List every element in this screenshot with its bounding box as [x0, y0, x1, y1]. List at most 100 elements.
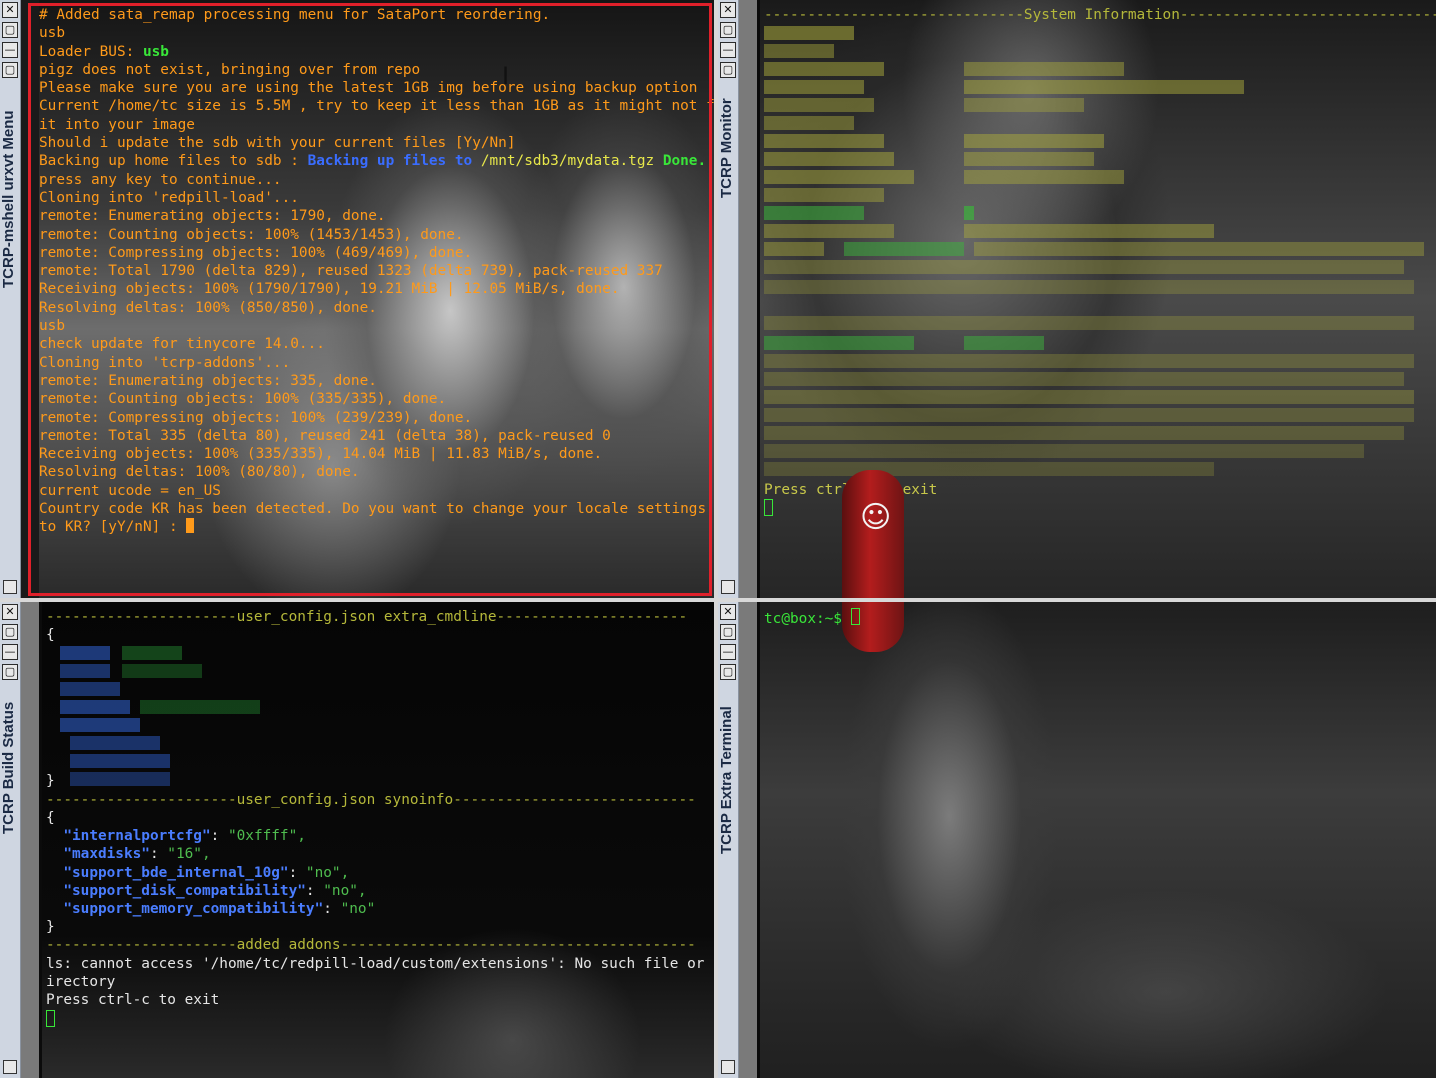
- synoinfo-list: "internalportcfg": "0xffff", "maxdisks":…: [46, 827, 375, 918]
- line-text: remote: Total 335 (delta 80), reused 241…: [39, 427, 611, 444]
- extra-terminal-sidebar: ✕ ▢ — ▢ TCRP Extra Terminal: [718, 602, 739, 1078]
- menu-pane-sidebar: ✕ ▢ — ▢ TCRP-mshell urxvt Menu: [0, 0, 21, 598]
- terminal-line: usb: [39, 24, 714, 42]
- terminal-line: usb: [39, 317, 714, 335]
- synoinfo-entry: "support_memory_compatibility": "no": [63, 901, 376, 918]
- line-text: remote: Total 1790 (delta 829), reused 1…: [39, 263, 663, 280]
- line-text: to KR? [yY/nN] :: [39, 519, 187, 536]
- build-status-sidebar: ✕ ▢ — ▢ TCRP Build Status: [0, 602, 21, 1078]
- terminal-line: remote: Compressing objects: 100% (239/2…: [39, 409, 714, 427]
- extra-terminal-pane[interactable]: ✕ ▢ — ▢ TCRP Extra Terminal tc@box:~$: [718, 602, 1436, 1078]
- monitor-cursor: [764, 499, 773, 519]
- maximize-icon[interactable]: ▢: [2, 62, 18, 78]
- smiley-face-icon: ☺: [860, 500, 892, 535]
- restore-icon[interactable]: ▢: [720, 22, 736, 38]
- minimize-icon[interactable]: —: [2, 42, 18, 58]
- minimize-icon[interactable]: —: [720, 644, 736, 660]
- minimize-icon[interactable]: —: [720, 42, 736, 58]
- maximize-icon[interactable]: ▢: [720, 664, 736, 680]
- close-icon[interactable]: ✕: [2, 604, 18, 620]
- pane-title: TCRP Monitor: [718, 98, 735, 198]
- monitor-terminal-pane[interactable]: ✕ ▢ — ▢ TCRP Monitor -------------------…: [718, 0, 1436, 598]
- synoinfo-key: "support_bde_internal_10g": [63, 864, 289, 881]
- synoinfo-value: "0xffff",: [227, 828, 306, 844]
- terminal-line: Receiving objects: 100% (1790/1790), 19.…: [39, 280, 714, 298]
- resize-handle-icon[interactable]: [721, 1060, 735, 1074]
- scrollbar[interactable]: [739, 0, 757, 598]
- terminal-line: press any key to continue...: [39, 171, 714, 189]
- terminal-line: remote: Enumerating objects: 1790, done.: [39, 207, 714, 225]
- maximize-icon[interactable]: ▢: [720, 62, 736, 78]
- line-text: remote: Enumerating objects: 1790, done.: [39, 208, 386, 225]
- terminal-line: remote: Compressing objects: 100% (469/4…: [39, 244, 714, 262]
- terminal-line: Loader BUS: usb: [39, 43, 714, 61]
- synoinfo-value: "no",: [305, 864, 350, 881]
- synoinfo-entry: "internalportcfg": "0xffff",: [63, 828, 306, 844]
- terminal-line: Resolving deltas: 100% (80/80), done.: [39, 463, 714, 481]
- line-text: Backing up home files to sdb :: [39, 153, 308, 170]
- maximize-icon[interactable]: ▢: [2, 664, 18, 680]
- extra-cmdline-header: ----------------------user_config.json e…: [46, 609, 688, 625]
- line-text: # Added sata_remap processing menu for S…: [39, 7, 551, 23]
- pane-title: TCRP Extra Terminal: [718, 706, 735, 854]
- json-brace-close-2: }: [46, 919, 55, 935]
- restore-icon[interactable]: ▢: [2, 22, 18, 38]
- terminal-line: remote: Total 1790 (delta 829), reused 1…: [39, 262, 714, 280]
- resize-handle-icon[interactable]: [3, 580, 17, 594]
- close-icon[interactable]: ✕: [2, 2, 18, 18]
- terminal-line: Backing up home files to sdb : Backing u…: [39, 152, 714, 170]
- terminal-line: remote: Counting objects: 100% (1453/145…: [39, 226, 714, 244]
- redacted-cmdline: [60, 644, 260, 786]
- build-status-pane[interactable]: ✕ ▢ — ▢ TCRP Build Status --------------…: [0, 602, 714, 1078]
- minimize-icon[interactable]: —: [2, 644, 18, 660]
- terminal-line: pigz does not exist, bringing over from …: [39, 61, 714, 79]
- resize-handle-icon[interactable]: [3, 1060, 17, 1074]
- build-exit-hint: Press ctrl-c to exit: [46, 992, 220, 1008]
- menu-terminal-pane[interactable]: ✕ ▢ — ▢ TCRP-mshell urxvt Menu # Added s…: [0, 0, 714, 598]
- line-text: remote: Enumerating objects: 335, done.: [39, 372, 377, 389]
- red-pill-image: ☺: [842, 470, 904, 598]
- scrollbar[interactable]: [21, 602, 39, 1078]
- line-text: remote: Counting objects: 100% (335/335)…: [39, 391, 447, 408]
- scrollbar[interactable]: [21, 0, 39, 598]
- synoinfo-entry: "support_disk_compatibility": "no",: [63, 882, 367, 899]
- terminal-line: # Added sata_remap processing menu for S…: [39, 6, 714, 24]
- line-text: Resolving deltas: 100% (850/850), done.: [39, 299, 377, 316]
- loader-bus-value: usb: [142, 43, 169, 60]
- terminal-line: remote: Counting objects: 100% (335/335)…: [39, 390, 714, 408]
- background-image: [760, 602, 1436, 1078]
- restore-icon[interactable]: ▢: [2, 624, 18, 640]
- ls-error-line-1: ls: cannot access '/home/tc/redpill-load…: [46, 956, 714, 972]
- line-text: Cloning into 'redpill-load'...: [39, 189, 299, 206]
- terminal-line: Cloning into 'tcrp-addons'...: [39, 354, 714, 372]
- backup-done: Done.: [654, 153, 707, 170]
- terminal-line: check update for tinycore 14.0...: [39, 335, 714, 353]
- redacted-system-info: [764, 24, 1424, 484]
- shell-prompt[interactable]: tc@box:~$: [764, 608, 860, 628]
- synoinfo-key: "support_memory_compatibility": [63, 901, 324, 918]
- restore-icon[interactable]: ▢: [720, 624, 736, 640]
- line-text: Resolving deltas: 100% (80/80), done.: [39, 464, 360, 481]
- line-text: usb: [39, 318, 65, 335]
- json-brace-open: {: [46, 627, 55, 643]
- scrollbar[interactable]: [739, 602, 757, 1078]
- line-text: press any key to continue...: [39, 171, 282, 188]
- text-cursor-icon: I: [502, 62, 510, 90]
- synoinfo-value: "no": [340, 901, 376, 918]
- resize-handle-icon[interactable]: [721, 580, 735, 594]
- json-brace-open-2: {: [46, 810, 55, 826]
- line-text: current ucode = en_US: [39, 482, 221, 499]
- terminal-line: Current /home/tc size is 5.5M , try to k…: [39, 97, 714, 115]
- line-text: remote: Compressing objects: 100% (239/2…: [39, 409, 473, 426]
- backup-to-label: to: [446, 153, 481, 170]
- synoinfo-entry: "support_bde_internal_10g": "no",: [63, 864, 350, 881]
- terminal-line: Country code KR has been detected. Do yo…: [39, 500, 714, 518]
- terminal-line: remote: Total 335 (delta 80), reused 241…: [39, 427, 714, 445]
- line-text: Receiving objects: 100% (1790/1790), 19.…: [39, 281, 620, 298]
- close-icon[interactable]: ✕: [720, 604, 736, 620]
- close-icon[interactable]: ✕: [720, 2, 736, 18]
- synoinfo-value: "16",: [167, 846, 211, 863]
- line-text: check update for tinycore 14.0...: [39, 336, 325, 353]
- terminal-line: Receiving objects: 100% (335/335), 14.04…: [39, 445, 714, 463]
- line-text: Receiving objects: 100% (335/335), 14.04…: [39, 446, 603, 463]
